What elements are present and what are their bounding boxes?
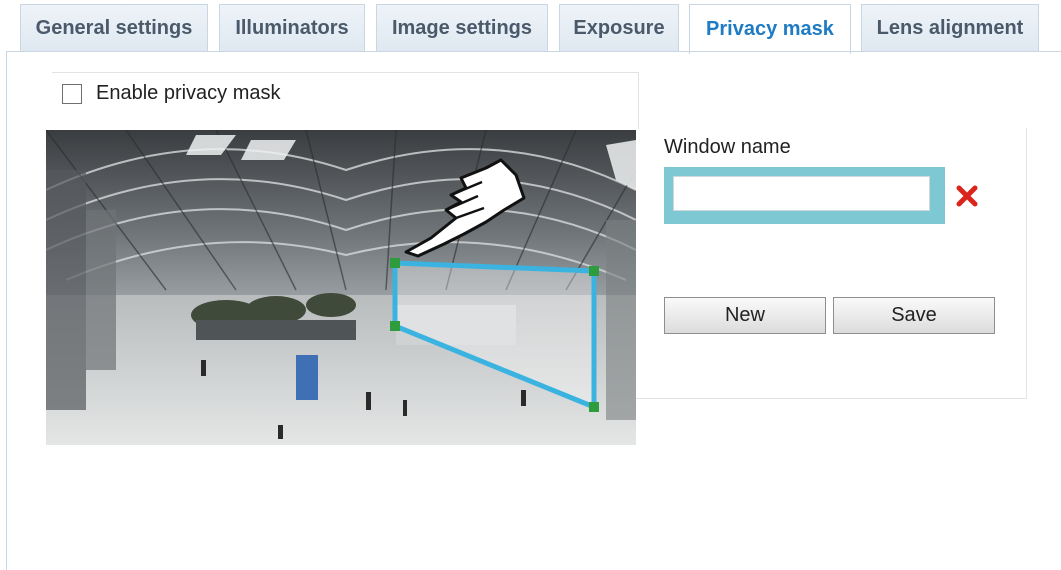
tab-privacy-mask[interactable]: Privacy mask	[689, 4, 851, 54]
save-button[interactable]: Save	[833, 297, 995, 334]
window-name-input[interactable]	[673, 176, 930, 211]
tab-illuminators[interactable]: Illuminators	[219, 4, 365, 52]
tab-image-settings[interactable]: Image settings	[376, 4, 548, 52]
camera-scene-image	[46, 130, 636, 445]
tab-lens-alignment[interactable]: Lens alignment	[861, 4, 1039, 52]
window-name-label: Window name	[664, 136, 791, 158]
delete-icon[interactable]	[955, 184, 979, 208]
enable-privacy-mask-checkbox[interactable]	[62, 84, 82, 104]
new-button[interactable]: New	[664, 297, 826, 334]
tab-general-settings[interactable]: General settings	[20, 4, 208, 52]
tab-exposure[interactable]: Exposure	[559, 4, 679, 52]
panel-border-left	[6, 51, 7, 570]
camera-live-view[interactable]	[46, 130, 636, 445]
tab-bar: General settings Illuminators Image sett…	[0, 0, 1061, 54]
enable-privacy-mask-label: Enable privacy mask	[96, 82, 281, 104]
window-name-frame	[664, 167, 945, 224]
panel-border-top	[6, 51, 1061, 52]
